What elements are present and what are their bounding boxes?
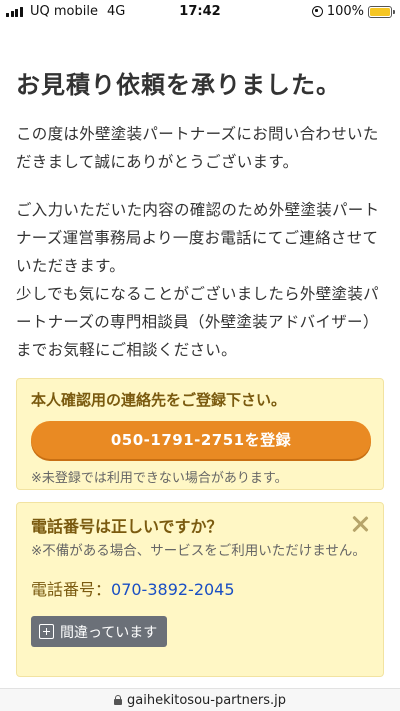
contact-paragraph: ご入力いただいた内容の確認のため外壁塗装パートナーズ運営事務局より一度お電話にて… (16, 201, 380, 275)
phone-confirm-box: 電話番号は正しいですか？ ※不備がある場合、サービスをご利用いただけません。 電… (16, 502, 384, 677)
plus-icon (39, 624, 54, 639)
url-bar[interactable]: gaihekitosou-partners.jp (0, 688, 400, 711)
register-note: ※未登録では利用できない場合があります。 (31, 471, 288, 486)
phone-number-link[interactable]: 070-3892-2045 (111, 580, 235, 599)
rotation-lock-icon (311, 6, 323, 17)
wrong-number-button[interactable]: 間違っています (31, 616, 168, 647)
phone-label: 電話番号： (31, 580, 112, 599)
register-heading: 本人確認用の連絡先をご登録下さい。 (31, 391, 287, 409)
page-title: お見積り依頼を承りました。 (16, 71, 341, 99)
close-icon[interactable] (351, 515, 369, 533)
status-bar: UQ mobile 4G 17:42 100% (0, 0, 400, 24)
url-domain: gaihekitosou-partners.jp (127, 692, 286, 708)
wrong-number-label: 間違っています (60, 624, 158, 641)
consult-paragraph: 少しでも気になることがございましたら外壁塗装パートナーズの専門相談員（外壁塗装ア… (16, 285, 379, 359)
register-contact-box: 本人確認用の連絡先をご登録下さい。 050-1791-2751を登録 ※未登録で… (16, 378, 384, 490)
phone-confirm-note: ※不備がある場合、サービスをご利用いただけません。 (31, 543, 366, 559)
lock-icon (114, 695, 123, 705)
thanks-paragraph: この度は外壁塗装パートナーズにお問い合わせいただきまして誠にありがとうございます… (16, 125, 379, 171)
phone-row: 電話番号：070-3892-2045 (31, 578, 371, 602)
phone-confirm-heading: 電話番号は正しいですか？ (31, 517, 223, 536)
register-phone-button[interactable]: 050-1791-2751を登録 (31, 421, 371, 459)
battery-percent: 100% (326, 4, 364, 19)
main-content: お見積り依頼を承りました。 この度は外壁塗装パートナーズにお問い合わせいただきま… (0, 24, 400, 677)
battery-icon (368, 5, 395, 18)
status-right: 100% (311, 4, 395, 19)
battery-fill (370, 7, 390, 16)
